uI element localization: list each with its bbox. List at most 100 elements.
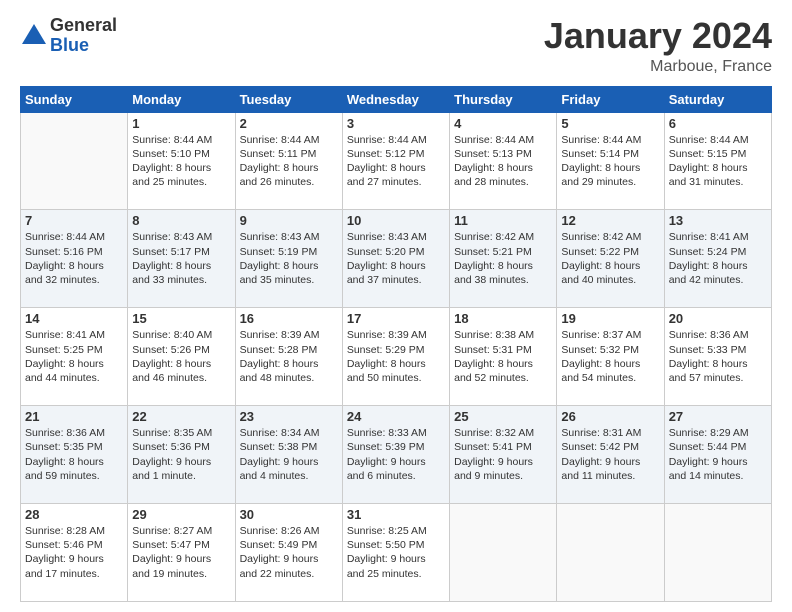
table-row: 17 Sunrise: 8:39 AM Sunset: 5:29 PM Dayli…: [342, 308, 449, 406]
day-info: Sunrise: 8:34 AM Sunset: 5:38 PM Dayligh…: [240, 426, 338, 483]
day-info: Sunrise: 8:42 AM Sunset: 5:22 PM Dayligh…: [561, 230, 659, 287]
table-row: 23 Sunrise: 8:34 AM Sunset: 5:38 PM Dayli…: [235, 406, 342, 504]
location-title: Marboue, France: [544, 58, 772, 76]
table-row: 1 Sunrise: 8:44 AM Sunset: 5:10 PM Daylig…: [128, 112, 235, 210]
table-row: [21, 112, 128, 210]
table-row: 16 Sunrise: 8:39 AM Sunset: 5:28 PM Dayli…: [235, 308, 342, 406]
logo-text: General Blue: [50, 16, 117, 56]
table-row: 27Sunrise: 8:29 AM Sunset: 5:44 PM Dayli…: [664, 406, 771, 504]
day-info: Sunrise: 8:42 AM Sunset: 5:21 PM Dayligh…: [454, 230, 552, 287]
day-number: 22: [132, 409, 230, 424]
day-info: Sunrise: 8:31 AM Sunset: 5:42 PM Dayligh…: [561, 426, 659, 483]
day-number: 13: [669, 213, 767, 228]
table-row: 7 Sunrise: 8:44 AM Sunset: 5:16 PM Daylig…: [21, 210, 128, 308]
day-info: Sunrise: 8:28 AM Sunset: 5:46 PM Dayligh…: [25, 524, 123, 581]
table-row: 30Sunrise: 8:26 AM Sunset: 5:49 PM Dayli…: [235, 504, 342, 602]
day-info: Sunrise: 8:44 AM Sunset: 5:10 PM Dayligh…: [132, 133, 230, 190]
day-number: 31: [347, 507, 445, 522]
day-number: 21: [25, 409, 123, 424]
table-row: 22 Sunrise: 8:35 AM Sunset: 5:36 PM Dayli…: [128, 406, 235, 504]
col-tuesday: Tuesday: [235, 86, 342, 112]
table-row: 10Sunrise: 8:43 AM Sunset: 5:20 PM Dayli…: [342, 210, 449, 308]
day-info: Sunrise: 8:25 AM Sunset: 5:50 PM Dayligh…: [347, 524, 445, 581]
day-info: Sunrise: 8:43 AM Sunset: 5:17 PM Dayligh…: [132, 230, 230, 287]
logo-blue: Blue: [50, 36, 117, 56]
table-row: 6Sunrise: 8:44 AM Sunset: 5:15 PM Daylig…: [664, 112, 771, 210]
table-row: 3 Sunrise: 8:44 AM Sunset: 5:12 PM Daylig…: [342, 112, 449, 210]
day-info: Sunrise: 8:39 AM Sunset: 5:28 PM Dayligh…: [240, 328, 338, 385]
table-row: 8 Sunrise: 8:43 AM Sunset: 5:17 PM Daylig…: [128, 210, 235, 308]
day-number: 19: [561, 311, 659, 326]
table-row: [450, 504, 557, 602]
day-number: 1: [132, 116, 230, 131]
table-row: 28 Sunrise: 8:28 AM Sunset: 5:46 PM Dayli…: [21, 504, 128, 602]
day-info: Sunrise: 8:43 AM Sunset: 5:20 PM Dayligh…: [347, 230, 445, 287]
day-info: Sunrise: 8:35 AM Sunset: 5:36 PM Dayligh…: [132, 426, 230, 483]
table-row: 2 Sunrise: 8:44 AM Sunset: 5:11 PM Daylig…: [235, 112, 342, 210]
day-info: Sunrise: 8:41 AM Sunset: 5:25 PM Dayligh…: [25, 328, 123, 385]
col-friday: Friday: [557, 86, 664, 112]
col-monday: Monday: [128, 86, 235, 112]
day-number: 2: [240, 116, 338, 131]
day-info: Sunrise: 8:27 AM Sunset: 5:47 PM Dayligh…: [132, 524, 230, 581]
day-number: 12: [561, 213, 659, 228]
day-info: Sunrise: 8:36 AM Sunset: 5:35 PM Dayligh…: [25, 426, 123, 483]
logo-icon: [20, 22, 48, 50]
table-row: 14 Sunrise: 8:41 AM Sunset: 5:25 PM Dayli…: [21, 308, 128, 406]
table-row: 29 Sunrise: 8:27 AM Sunset: 5:47 PM Dayli…: [128, 504, 235, 602]
col-thursday: Thursday: [450, 86, 557, 112]
col-sunday: Sunday: [21, 86, 128, 112]
day-info: Sunrise: 8:38 AM Sunset: 5:31 PM Dayligh…: [454, 328, 552, 385]
day-number: 9: [240, 213, 338, 228]
day-number: 17: [347, 311, 445, 326]
day-info: Sunrise: 8:44 AM Sunset: 5:14 PM Dayligh…: [561, 133, 659, 190]
day-number: 18: [454, 311, 552, 326]
table-row: 20 Sunrise: 8:36 AM Sunset: 5:33 PM Dayli…: [664, 308, 771, 406]
logo-general: General: [50, 16, 117, 36]
table-row: 21 Sunrise: 8:36 AM Sunset: 5:35 PM Dayli…: [21, 406, 128, 504]
day-number: 8: [132, 213, 230, 228]
day-number: 25: [454, 409, 552, 424]
day-info: Sunrise: 8:44 AM Sunset: 5:11 PM Dayligh…: [240, 133, 338, 190]
table-row: [664, 504, 771, 602]
table-row: 12 Sunrise: 8:42 AM Sunset: 5:22 PM Dayli…: [557, 210, 664, 308]
col-wednesday: Wednesday: [342, 86, 449, 112]
title-block: January 2024 Marboue, France: [544, 16, 772, 76]
table-row: 5Sunrise: 8:44 AM Sunset: 5:14 PM Daylig…: [557, 112, 664, 210]
table-row: 13 Sunrise: 8:41 AM Sunset: 5:24 PM Dayli…: [664, 210, 771, 308]
day-info: Sunrise: 8:41 AM Sunset: 5:24 PM Dayligh…: [669, 230, 767, 287]
col-saturday: Saturday: [664, 86, 771, 112]
day-number: 3: [347, 116, 445, 131]
day-info: Sunrise: 8:44 AM Sunset: 5:13 PM Dayligh…: [454, 133, 552, 190]
header-row: Sunday Monday Tuesday Wednesday Thursday…: [21, 86, 772, 112]
day-number: 20: [669, 311, 767, 326]
table-row: 15Sunrise: 8:40 AM Sunset: 5:26 PM Dayli…: [128, 308, 235, 406]
day-info: Sunrise: 8:39 AM Sunset: 5:29 PM Dayligh…: [347, 328, 445, 385]
day-number: 29: [132, 507, 230, 522]
day-info: Sunrise: 8:43 AM Sunset: 5:19 PM Dayligh…: [240, 230, 338, 287]
table-row: [557, 504, 664, 602]
day-info: Sunrise: 8:44 AM Sunset: 5:12 PM Dayligh…: [347, 133, 445, 190]
day-number: 16: [240, 311, 338, 326]
day-number: 14: [25, 311, 123, 326]
page: General Blue January 2024 Marboue, Franc…: [0, 0, 792, 612]
day-info: Sunrise: 8:37 AM Sunset: 5:32 PM Dayligh…: [561, 328, 659, 385]
day-number: 28: [25, 507, 123, 522]
calendar-table: Sunday Monday Tuesday Wednesday Thursday…: [20, 86, 772, 602]
table-row: 4Sunrise: 8:44 AM Sunset: 5:13 PM Daylig…: [450, 112, 557, 210]
logo: General Blue: [20, 16, 117, 56]
day-info: Sunrise: 8:40 AM Sunset: 5:26 PM Dayligh…: [132, 328, 230, 385]
table-row: 24Sunrise: 8:33 AM Sunset: 5:39 PM Dayli…: [342, 406, 449, 504]
day-info: Sunrise: 8:33 AM Sunset: 5:39 PM Dayligh…: [347, 426, 445, 483]
table-row: 31 Sunrise: 8:25 AM Sunset: 5:50 PM Dayli…: [342, 504, 449, 602]
table-row: 19 Sunrise: 8:37 AM Sunset: 5:32 PM Dayli…: [557, 308, 664, 406]
day-number: 30: [240, 507, 338, 522]
day-info: Sunrise: 8:44 AM Sunset: 5:16 PM Dayligh…: [25, 230, 123, 287]
day-info: Sunrise: 8:36 AM Sunset: 5:33 PM Dayligh…: [669, 328, 767, 385]
day-number: 7: [25, 213, 123, 228]
table-row: 25Sunrise: 8:32 AM Sunset: 5:41 PM Dayli…: [450, 406, 557, 504]
day-info: Sunrise: 8:44 AM Sunset: 5:15 PM Dayligh…: [669, 133, 767, 190]
day-number: 23: [240, 409, 338, 424]
day-number: 11: [454, 213, 552, 228]
day-number: 27: [669, 409, 767, 424]
